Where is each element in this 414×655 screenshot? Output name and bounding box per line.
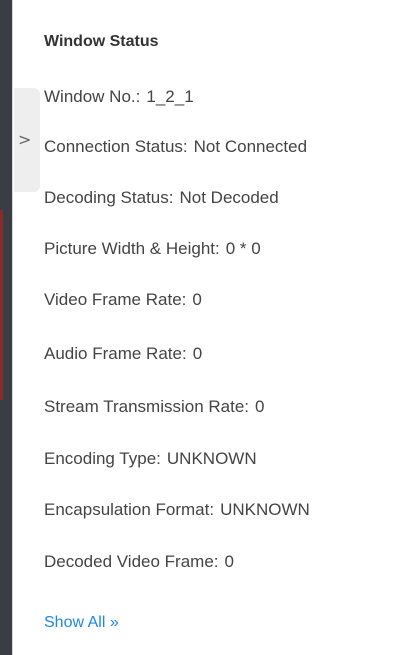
chevron-right-icon: > [18, 130, 32, 149]
status-row-video-frame-rate: Video Frame Rate: 0 [44, 290, 202, 310]
status-label: Picture Width & Height [44, 239, 216, 258]
status-separator: : [244, 397, 250, 416]
status-label: Encoding Type [44, 449, 157, 468]
status-row-audio-frame-rate: Audio Frame Rate: 0 [44, 344, 202, 364]
status-label: Decoding Status [44, 188, 169, 207]
status-label: Stream Transmission Rate [44, 397, 245, 416]
status-label: Window No. [44, 87, 136, 106]
status-row-window-no: Window No.: 1_2_1 [44, 87, 194, 107]
left-panel-edge [0, 0, 12, 655]
show-all-link[interactable]: Show All » [44, 614, 119, 632]
status-row-decoded-frames: Decoded Video Frame: 0 [44, 552, 234, 572]
status-row-stream-rate: Stream Transmission Rate: 0 [44, 397, 265, 417]
status-separator: : [209, 500, 215, 519]
status-value: 0 [255, 397, 265, 416]
status-label: Video Frame Rate [44, 290, 182, 309]
collapse-toggle-button[interactable]: > [14, 88, 40, 192]
status-separator: : [168, 188, 174, 207]
status-separator: : [215, 239, 220, 258]
status-separator: : [135, 87, 141, 106]
status-label: Decoded Video Frame [44, 552, 214, 571]
status-value: UNKNOWN [166, 449, 257, 468]
status-value: 0 [192, 290, 202, 309]
status-separator: : [213, 552, 219, 571]
status-value: Not Connected [193, 137, 308, 156]
status-value: 0 * 0 [225, 239, 261, 258]
status-separator: : [181, 290, 187, 309]
status-label: Connection Status [44, 137, 183, 156]
status-row-decoding-status: Decoding Status: Not Decoded [44, 188, 279, 208]
left-edge-accent [0, 210, 3, 400]
panel-title: Window Status [44, 33, 159, 50]
status-label: Audio Frame Rate [44, 344, 182, 363]
status-value: 1_2_1 [146, 87, 194, 106]
status-value: 0 [192, 344, 203, 363]
status-value: Not Decoded [179, 188, 279, 207]
status-separator: : [182, 137, 188, 156]
status-row-encoding-type: Encoding Type: UNKNOWN [44, 449, 257, 469]
status-separator: : [156, 449, 161, 468]
status-row-picture-size: Picture Width & Height: 0 * 0 [44, 239, 261, 259]
status-row-connection-status: Connection Status: Not Connected [44, 137, 307, 157]
status-value: 0 [224, 552, 234, 571]
status-label: Encapsulation Format [44, 500, 210, 519]
status-value: UNKNOWN [220, 500, 310, 519]
status-separator: : [181, 344, 187, 363]
status-row-encapsulation-format: Encapsulation Format: UNKNOWN [44, 500, 310, 520]
